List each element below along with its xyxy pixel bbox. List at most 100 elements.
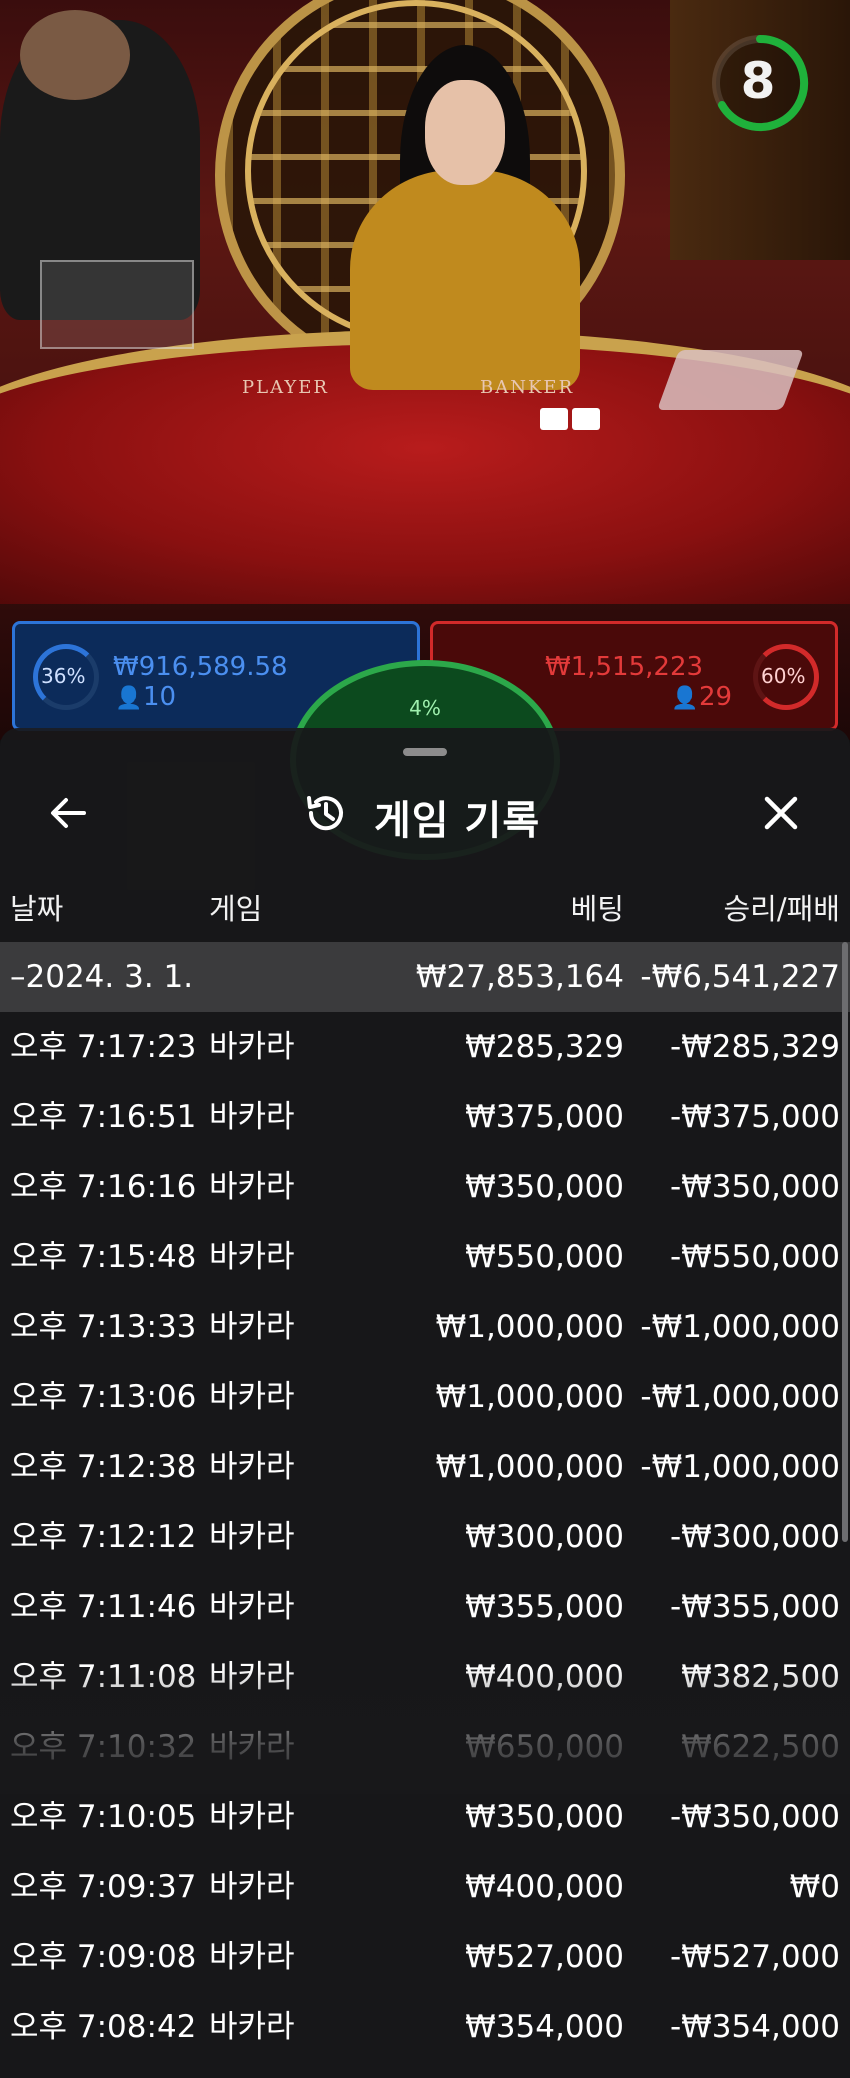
- row-time: 오후 7:09:08: [10, 1939, 197, 1975]
- row-bet: ₩550,000: [465, 1239, 624, 1275]
- table-row[interactable]: 오후 7:13:06 바카라 ₩1,000,000 -₩1,000,000: [0, 1362, 850, 1432]
- row-bet: ₩300,000: [465, 1519, 624, 1555]
- row-game: 바카라: [209, 1309, 295, 1345]
- row-bet: ₩350,000: [465, 1169, 624, 1205]
- row-game: 바카라: [209, 1869, 295, 1905]
- row-result: ₩622,500: [681, 1729, 840, 1765]
- table-row[interactable]: 오후 7:10:05 바카라 ₩350,000 -₩350,000: [0, 1782, 850, 1852]
- scrollbar[interactable]: [842, 942, 848, 1542]
- date-summary-row[interactable]: –2024. 3. 1. ₩27,853,164 -₩6,541,227: [0, 942, 850, 1012]
- column-header-game: 게임: [209, 892, 263, 926]
- row-game: 바카라: [209, 1379, 295, 1415]
- player-percent: 36%: [41, 664, 86, 688]
- row-bet: ₩285,329: [465, 1029, 624, 1065]
- close-icon[interactable]: [756, 788, 806, 838]
- row-time: 오후 7:12:12: [10, 1519, 197, 1555]
- row-game: 바카라: [209, 1659, 295, 1695]
- table-row[interactable]: 오후 7:12:38 바카라 ₩1,000,000 -₩1,000,000: [0, 1432, 850, 1502]
- tie-percent: 4%: [409, 696, 441, 720]
- history-icon: [307, 796, 343, 831]
- row-game: 바카라: [209, 1239, 295, 1275]
- player-bettor-count: 10: [143, 682, 177, 712]
- row-time: 오후 7:13:06: [10, 1379, 197, 1415]
- row-result: -₩350,000: [669, 1169, 840, 1205]
- row-bet: ₩1,000,000: [435, 1379, 624, 1415]
- table-player-label: PLAYER: [242, 377, 329, 398]
- drag-handle[interactable]: [403, 748, 447, 756]
- arrow-left-icon[interactable]: [44, 788, 94, 838]
- player-bet-total: ₩916,589.58: [113, 652, 288, 682]
- person-icon: 👤: [115, 686, 143, 711]
- row-bet: ₩527,000: [465, 1939, 624, 1975]
- row-result: -₩1,000,000: [640, 1379, 840, 1415]
- banker-percent: 60%: [761, 664, 806, 688]
- table-row[interactable]: 오후 7:12:12 바카라 ₩300,000 -₩300,000: [0, 1502, 850, 1572]
- row-bet: ₩350,000: [465, 1799, 624, 1835]
- row-time: 오후 7:15:48: [10, 1239, 197, 1275]
- table-row[interactable]: 오후 7:10:32 바카라 ₩650,000 ₩622,500: [0, 1712, 850, 1782]
- row-bet: ₩1,000,000: [435, 1309, 624, 1345]
- row-time: 오후 7:09:37: [10, 1869, 197, 1905]
- row-time: 오후 7:10:05: [10, 1799, 197, 1835]
- row-game: 바카라: [209, 2009, 295, 2045]
- row-bet: ₩354,000: [465, 2009, 624, 2045]
- row-bet: ₩400,000: [465, 1869, 624, 1905]
- row-game: 바카라: [209, 1729, 295, 1765]
- table-row[interactable]: 오후 7:16:51 바카라 ₩375,000 -₩375,000: [0, 1082, 850, 1152]
- table-row[interactable]: 오후 7:09:08 바카라 ₩527,000 -₩527,000: [0, 1922, 850, 1992]
- row-game: 바카라: [209, 1449, 295, 1485]
- column-header-result: 승리/패배: [723, 892, 841, 926]
- row-time: 오후 7:16:51: [10, 1099, 197, 1135]
- summary-date: –2024. 3. 1.: [10, 959, 194, 995]
- table-row[interactable]: 오후 7:11:46 바카라 ₩355,000 -₩355,000: [0, 1572, 850, 1642]
- row-time: 오후 7:10:32: [10, 1729, 197, 1765]
- card-discard-holder: [40, 260, 194, 349]
- row-result: ₩382,500: [681, 1659, 840, 1695]
- row-bet: ₩650,000: [465, 1729, 624, 1765]
- sheet-header: 게임 기록: [0, 766, 850, 866]
- row-result: -₩550,000: [669, 1239, 840, 1275]
- summary-result-total: -₩6,541,227: [640, 959, 840, 995]
- banker-bet-total: ₩1,515,223: [545, 652, 704, 682]
- row-bet: ₩1,000,000: [435, 1449, 624, 1485]
- row-result: -₩355,000: [669, 1589, 840, 1625]
- row-game: 바카라: [209, 1589, 295, 1625]
- row-game: 바카라: [209, 1799, 295, 1835]
- row-bet: ₩375,000: [465, 1099, 624, 1135]
- row-result: ₩0: [789, 1869, 840, 1905]
- table-row[interactable]: 오후 7:16:16 바카라 ₩350,000 -₩350,000: [0, 1152, 850, 1222]
- row-result: -₩285,329: [669, 1029, 840, 1065]
- row-game: 바카라: [209, 1099, 295, 1135]
- playing-card: [572, 408, 600, 430]
- sheet-title: 게임 기록: [374, 798, 541, 844]
- dealer: [350, 170, 580, 390]
- table-row[interactable]: 오후 7:13:33 바카라 ₩1,000,000 -₩1,000,000: [0, 1292, 850, 1362]
- person-icon: 👤: [671, 686, 699, 711]
- row-game: 바카라: [209, 1169, 295, 1205]
- banker-bettor-count: 29: [699, 682, 733, 712]
- table-row[interactable]: 오후 7:09:37 바카라 ₩400,000 ₩0: [0, 1852, 850, 1922]
- row-time: 오후 7:08:42: [10, 2009, 197, 2045]
- row-bet: ₩400,000: [465, 1659, 624, 1695]
- row-result: -₩375,000: [669, 1099, 840, 1135]
- table-row[interactable]: 오후 7:11:08 바카라 ₩400,000 ₩382,500: [0, 1642, 850, 1712]
- table-row[interactable]: 오후 7:15:48 바카라 ₩550,000 -₩550,000: [0, 1222, 850, 1292]
- history-list[interactable]: 오후 7:17:23 바카라 ₩285,329 -₩285,329 오후 7:16:51…: [0, 1012, 850, 2078]
- row-game: 바카라: [209, 1029, 295, 1065]
- table-row[interactable]: 오후 7:17:23 바카라 ₩285,329 -₩285,329: [0, 1012, 850, 1082]
- dealer-face: [425, 80, 505, 185]
- row-result: -₩350,000: [669, 1799, 840, 1835]
- row-bet: ₩355,000: [465, 1589, 624, 1625]
- table-banker-label: BANKER: [480, 377, 575, 398]
- row-game: 바카라: [209, 1519, 295, 1555]
- row-result: -₩527,000: [669, 1939, 840, 1975]
- card-shoe: [657, 350, 804, 410]
- table-row[interactable]: 오후 7:08:42 바카라 ₩354,000 -₩354,000: [0, 1992, 850, 2062]
- row-time: 오후 7:12:38: [10, 1449, 197, 1485]
- playing-card: [540, 408, 568, 430]
- row-time: 오후 7:11:46: [10, 1589, 197, 1625]
- row-time: 오후 7:16:16: [10, 1169, 197, 1205]
- row-time: 오후 7:13:33: [10, 1309, 197, 1345]
- row-result: -₩300,000: [669, 1519, 840, 1555]
- game-history-sheet: 게임 기록 날짜 게임 베팅 승리/패배 –2024. 3. 1. ₩27,85…: [0, 728, 850, 2078]
